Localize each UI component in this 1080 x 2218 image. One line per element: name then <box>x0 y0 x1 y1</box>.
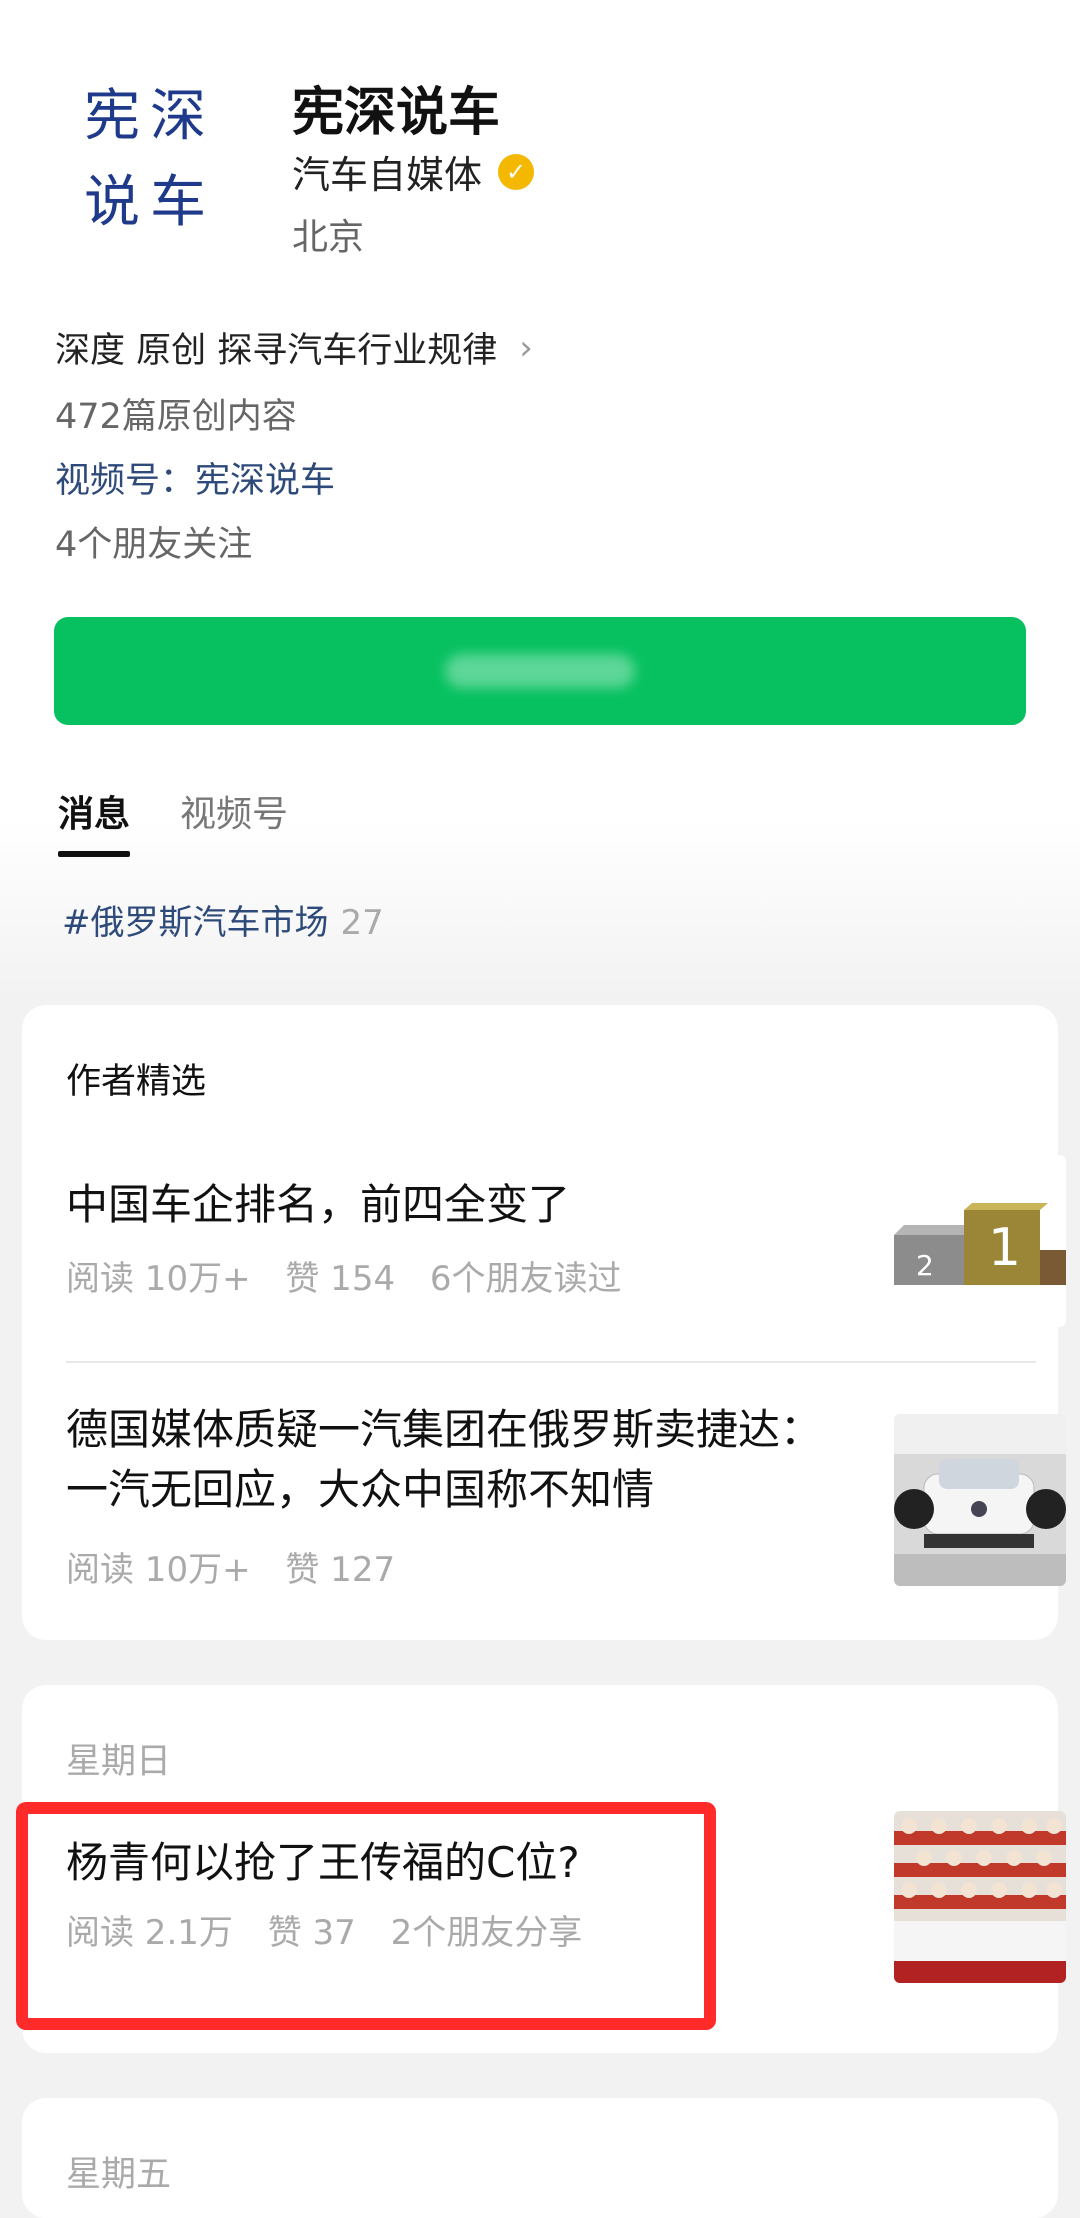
article-reads: 阅读 10万+ <box>66 1550 251 1590</box>
account-name: 宪深说车 <box>292 83 501 143</box>
original-count: 472篇原创内容 <box>55 397 297 437</box>
article-thumbnail-car <box>894 1414 1066 1586</box>
friends-following: 4个朋友关注 <box>55 525 253 565</box>
follow-button[interactable] <box>54 617 1026 725</box>
date-card-friday: 星期五 <box>22 2098 1058 2218</box>
account-type-label: 汽车自媒体 <box>292 153 483 197</box>
svg-text:2: 2 <box>916 1249 934 1282</box>
account-description-link[interactable]: 深度 原创 探寻汽车行业规律 › <box>55 322 533 373</box>
video-channel-link[interactable]: 视频号：宪深说车 <box>55 452 335 503</box>
hashtag-count: 27 <box>340 903 384 943</box>
account-type: 汽车自媒体 ✓ <box>292 144 535 199</box>
chevron-right-icon: › <box>519 327 533 368</box>
hashtag-label: #俄罗斯汽车市场 <box>62 903 329 943</box>
avatar-text-line1: 宪深 <box>84 84 216 149</box>
verified-badge-icon: ✓ <box>498 153 535 190</box>
article-likes: 赞 127 <box>285 1550 396 1590</box>
account-description: 深度 原创 探寻汽车行业规律 <box>55 331 498 371</box>
featured-title: 作者精选 <box>66 1062 207 1102</box>
account-location: 北京 <box>292 217 365 258</box>
article-reads: 阅读 10万+ <box>66 1259 251 1299</box>
featured-article-2[interactable]: 德国媒体质疑一汽集团在俄罗斯卖捷达：一汽无回应，大众中国称不知情 阅读 10万+… <box>66 1400 1066 1600</box>
hashtag-link[interactable]: #俄罗斯汽车市场 27 <box>62 895 384 944</box>
article-friends: 6个朋友读过 <box>429 1259 622 1299</box>
featured-card: 作者精选 中国车企排名，前四全变了 阅读 10万+ 赞 154 6个朋友读过 2… <box>22 1005 1066 1640</box>
divider <box>66 1361 1036 1363</box>
article-meta: 阅读 10万+ 赞 127 <box>66 1542 419 1591</box>
tab-video-channel[interactable]: 视频号 <box>180 785 288 857</box>
article-title: 德国媒体质疑一汽集团在俄罗斯卖捷达：一汽无回应，大众中国称不知情 <box>66 1405 823 1514</box>
avatar[interactable]: 宪深 说车 <box>60 60 240 260</box>
article-thumbnail-crowd <box>894 1811 1066 1983</box>
article-meta: 阅读 10万+ 赞 154 6个朋友读过 <box>66 1251 646 1300</box>
avatar-text-line2: 说车 <box>84 170 216 235</box>
highlight-box <box>16 1802 716 2030</box>
article-likes: 赞 154 <box>285 1259 396 1299</box>
profile-tabs: 消息 视频号 <box>58 785 288 857</box>
tab-messages[interactable]: 消息 <box>58 785 131 857</box>
svg-text:1: 1 <box>988 1218 1021 1278</box>
date-label: 星期五 <box>66 2155 172 2195</box>
follow-button-label-blurred <box>445 654 635 688</box>
article-thumbnail-podium: 2 1 <box>894 1155 1066 1327</box>
featured-article-1[interactable]: 中国车企排名，前四全变了 阅读 10万+ 赞 154 6个朋友读过 2 1 <box>66 1155 1066 1365</box>
date-label: 星期日 <box>66 1742 172 1782</box>
article-title: 中国车企排名，前四全变了 <box>66 1180 571 1229</box>
